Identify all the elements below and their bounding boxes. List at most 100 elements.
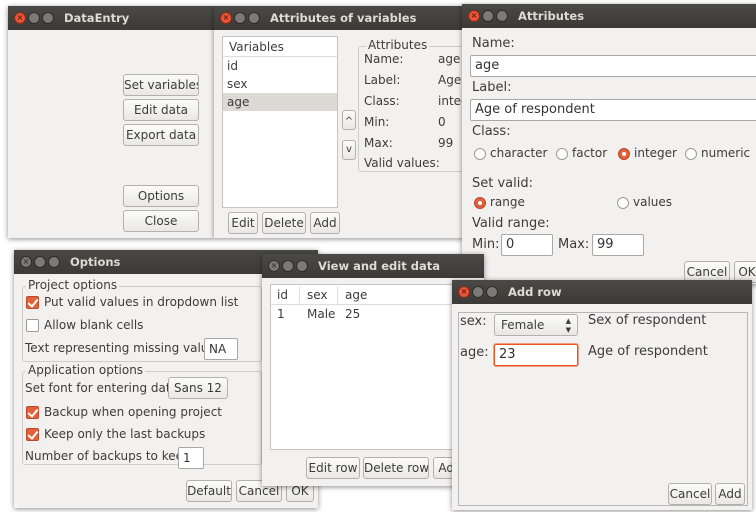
attributes-titlebar[interactable]: × Attributes xyxy=(462,4,756,28)
add-row-panel xyxy=(458,312,748,506)
class-integer-label[interactable]: integer xyxy=(634,146,677,160)
label-input[interactable]: Age of respondent xyxy=(470,99,756,121)
maximize-icon[interactable] xyxy=(496,10,508,22)
label-label: Label: xyxy=(364,73,401,87)
keep-last-checkbox[interactable] xyxy=(26,428,39,441)
class-factor-label[interactable]: factor xyxy=(572,146,607,160)
font-button[interactable]: Sans 12 xyxy=(168,377,228,399)
close-icon[interactable]: × xyxy=(20,256,32,268)
export-data-button[interactable]: Export data xyxy=(123,124,199,146)
options-button[interactable]: Options xyxy=(123,185,199,207)
data-table[interactable]: id sex age 1 Male 25 xyxy=(270,284,482,450)
missing-values-input[interactable]: NA xyxy=(204,338,238,360)
minimize-icon[interactable] xyxy=(28,12,40,24)
max-input[interactable]: 99 xyxy=(592,234,644,256)
min-label: Min: xyxy=(364,115,390,129)
move-down-button[interactable]: v xyxy=(342,140,356,160)
put-valid-values-checkbox[interactable] xyxy=(26,296,39,309)
age-input[interactable]: 23 xyxy=(494,344,578,366)
window-title: Options xyxy=(70,255,121,269)
list-header: Variables xyxy=(223,37,337,57)
font-label: Set font for entering data: xyxy=(25,381,182,395)
num-backups-input[interactable]: 1 xyxy=(178,447,204,469)
spin-arrows-icon: ▲ ▼ xyxy=(565,317,571,334)
close-icon[interactable]: × xyxy=(14,12,26,24)
close-icon[interactable]: × xyxy=(268,260,280,272)
class-character-radio[interactable] xyxy=(474,148,486,160)
delete-button[interactable]: Delete xyxy=(262,212,306,234)
minimize-icon[interactable] xyxy=(482,10,494,22)
edit-data-button[interactable]: Edit data xyxy=(123,99,199,121)
maximize-icon[interactable] xyxy=(296,260,308,272)
name-label: Name: xyxy=(472,36,515,51)
valid-range-label: Valid range: xyxy=(472,216,550,231)
minimize-icon[interactable] xyxy=(234,12,246,24)
add-button[interactable]: Add xyxy=(310,212,340,234)
add-button[interactable]: Add xyxy=(715,483,745,505)
close-icon[interactable]: × xyxy=(220,12,232,24)
allow-blank-checkbox[interactable] xyxy=(26,319,39,332)
put-valid-values-label[interactable]: Put valid values in dropdown list xyxy=(44,295,238,309)
close-button[interactable]: Close xyxy=(123,210,199,232)
column-header-id[interactable]: id xyxy=(277,288,288,302)
list-item-sex[interactable]: sex xyxy=(223,75,337,93)
valid-values-option-label[interactable]: values xyxy=(633,195,672,209)
label-label: Label: xyxy=(472,80,512,95)
maximize-icon[interactable] xyxy=(486,286,498,298)
class-integer-radio[interactable] xyxy=(618,148,630,160)
valid-values-label: Valid values: xyxy=(364,156,440,170)
delete-row-button[interactable]: Delete row xyxy=(363,457,429,479)
backup-opening-label[interactable]: Backup when opening project xyxy=(44,405,222,419)
valid-range-option-label[interactable]: range xyxy=(490,195,525,209)
variables-list[interactable]: Variables id sex age xyxy=(222,36,338,208)
class-character-label[interactable]: character xyxy=(490,146,547,160)
attributes-of-variables-window: × Attributes of variables Variables id s… xyxy=(214,6,466,238)
window-title: Add row xyxy=(508,285,562,299)
attributes-of-variables-titlebar[interactable]: × Attributes of variables xyxy=(214,6,466,30)
sex-description: Sex of respondent xyxy=(588,313,707,328)
class-numeric-label[interactable]: numeric xyxy=(701,146,750,160)
valid-range-radio[interactable] xyxy=(474,197,486,209)
add-row-window: × Add row sex: Female ▲ ▼ Sex of responde… xyxy=(452,280,752,510)
attributes-window: × Attributes Name: age Label: Age of res… xyxy=(462,4,756,284)
name-input[interactable]: age xyxy=(470,55,756,77)
class-label: Class: xyxy=(472,124,511,139)
move-up-button[interactable]: ^ xyxy=(342,110,356,130)
sex-select[interactable]: Female ▲ ▼ xyxy=(494,314,578,336)
column-header-age[interactable]: age xyxy=(345,288,367,302)
table-row[interactable]: 1 Male 25 xyxy=(271,305,481,323)
backup-opening-checkbox[interactable] xyxy=(26,406,39,419)
valid-values-radio[interactable] xyxy=(617,197,629,209)
minimize-icon[interactable] xyxy=(282,260,294,272)
cancel-button[interactable]: Cancel xyxy=(668,483,712,505)
class-factor-radio[interactable] xyxy=(556,148,568,160)
minimize-icon[interactable] xyxy=(472,286,484,298)
window-title: View and edit data xyxy=(318,259,440,273)
project-options-label: Project options xyxy=(26,278,120,292)
maximize-icon[interactable] xyxy=(248,12,260,24)
min-value: 0 xyxy=(438,115,446,129)
dataentry-titlebar[interactable]: × DataEntry xyxy=(8,6,214,30)
view-edit-data-titlebar[interactable]: × View and edit data xyxy=(262,254,484,278)
column-header-sex[interactable]: sex xyxy=(307,288,328,302)
list-item-age[interactable]: age xyxy=(223,93,337,111)
set-variables-button[interactable]: Set variables xyxy=(123,74,199,96)
keep-last-label[interactable]: Keep only the last backups xyxy=(44,427,205,441)
set-valid-label: Set valid: xyxy=(472,176,533,191)
default-button[interactable]: Default xyxy=(186,480,232,502)
min-input[interactable]: 0 xyxy=(501,234,553,256)
class-numeric-radio[interactable] xyxy=(685,148,697,160)
edit-button[interactable]: Edit xyxy=(228,212,258,234)
maximize-icon[interactable] xyxy=(48,256,60,268)
table-header: id sex age xyxy=(271,285,481,305)
edit-row-button[interactable]: Edit row xyxy=(306,457,360,479)
close-icon[interactable]: × xyxy=(458,286,470,298)
list-item-id[interactable]: id xyxy=(223,57,337,75)
allow-blank-label[interactable]: Allow blank cells xyxy=(44,318,143,332)
close-icon[interactable]: × xyxy=(468,10,480,22)
window-title: Attributes of variables xyxy=(270,11,417,25)
sex-select-value: Female xyxy=(501,318,545,332)
add-row-titlebar[interactable]: × Add row xyxy=(452,280,752,304)
minimize-icon[interactable] xyxy=(34,256,46,268)
maximize-icon[interactable] xyxy=(42,12,54,24)
